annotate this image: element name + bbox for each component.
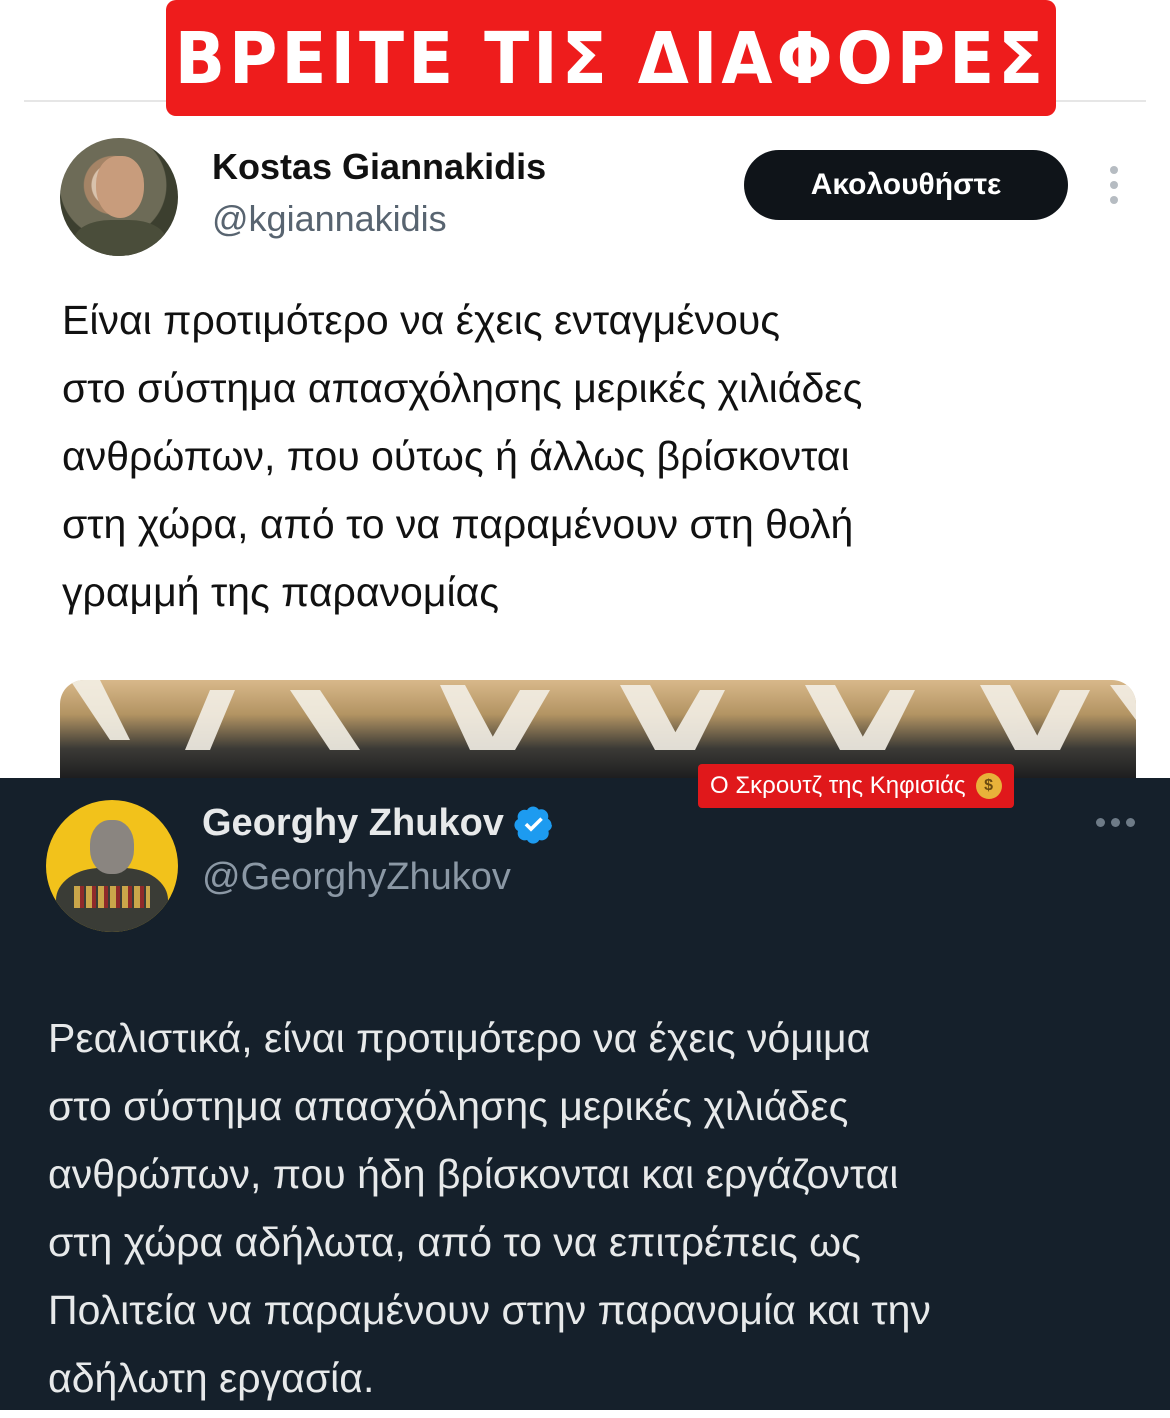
banner-box: ΒΡΕΙΤΕ ΤΙΣ ΔΙΑΦΟΡΕΣ bbox=[166, 0, 1056, 116]
verified-badge-icon bbox=[514, 806, 552, 844]
avatar[interactable] bbox=[60, 138, 178, 256]
author-handle[interactable]: @kgiannakidis bbox=[212, 198, 447, 240]
tweet-text-line: στο σύστημα απασχόλησης μερικές χιλιάδες bbox=[62, 365, 863, 411]
watermark-text: Ο Σκρουτζ της Κηφισιάς bbox=[710, 772, 966, 799]
avatar[interactable] bbox=[46, 800, 178, 932]
author-name[interactable]: Georghy Zhukov bbox=[202, 802, 554, 845]
follow-button[interactable]: Ακολουθήστε bbox=[744, 150, 1068, 220]
money-bag-icon: $ bbox=[975, 773, 1002, 799]
tweet-card-dark: Ο Σκρουτζ της Κηφισιάς $ Georghy Zhukov … bbox=[0, 764, 1170, 1412]
profile-photo-icon bbox=[90, 820, 134, 874]
tweet-text-line: Ρεαλιστικά, είναι προτιμότερο να έχεις ν… bbox=[48, 1015, 871, 1061]
tweet-text-line: Πολιτεία να παραμένουν στην παρανομία κα… bbox=[48, 1287, 931, 1333]
tweet-text: Ρεαλιστικά, είναι προτιμότερο να έχεις ν… bbox=[48, 1004, 1158, 1412]
profile-photo-icon bbox=[96, 156, 144, 218]
tweet-text-line: αδήλωτη εργασία. bbox=[48, 1355, 375, 1401]
author-handle[interactable]: @GeorghyZhukov bbox=[202, 856, 511, 899]
divider bbox=[0, 1410, 1170, 1418]
tweet-text-line: στη χώρα, από το να παραμένουν στη θολή bbox=[62, 501, 854, 547]
tweet-text-line: γραμμή της παρανομίας bbox=[62, 569, 500, 615]
more-vertical-icon[interactable] bbox=[1104, 166, 1124, 210]
banner-title: ΒΡΕΙΤΕ ΤΙΣ ΔΙΑΦΟΡΕΣ bbox=[174, 16, 1048, 100]
author-name-text: Georghy Zhukov bbox=[202, 802, 504, 844]
tweet-text-line: ανθρώπων, που ήδη βρίσκονται και εργάζον… bbox=[48, 1151, 899, 1197]
more-horizontal-icon[interactable] bbox=[1096, 818, 1135, 828]
tweet-text-line: Είναι προτιμότερο να έχεις ενταγμένους bbox=[62, 297, 781, 343]
tweet-text: Είναι προτιμότερο να έχεις ενταγμένους σ… bbox=[62, 286, 1152, 626]
header-banner: ΒΡΕΙΤΕ ΤΙΣ ΔΙΑΦΟΡΕΣ bbox=[0, 0, 1170, 118]
watermark-label: Ο Σκρουτζ της Κηφισιάς $ bbox=[698, 764, 1014, 808]
tweet-text-line: στο σύστημα απασχόλησης μερικές χιλιάδες bbox=[48, 1083, 849, 1129]
tweet-card-light: Kostas Giannakidis @kgiannakidis Ακολουθ… bbox=[0, 118, 1170, 778]
tweet-text-line: στη χώρα αδήλωτα, από το να επιτρέπεις ω… bbox=[48, 1219, 861, 1265]
tweet-text-line: ανθρώπων, που ούτως ή άλλως βρίσκονται bbox=[62, 433, 850, 479]
author-name[interactable]: Kostas Giannakidis bbox=[212, 146, 546, 188]
